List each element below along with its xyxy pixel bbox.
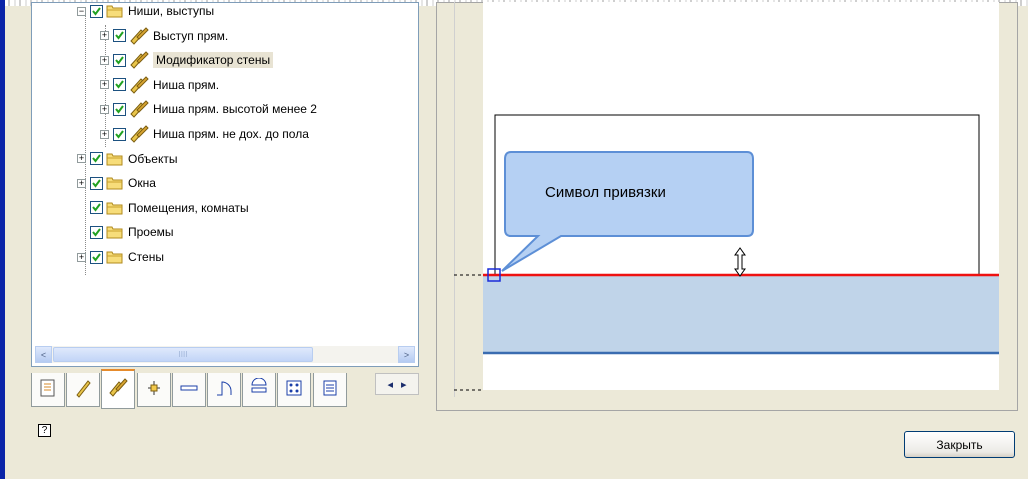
tab-wall-modifier[interactable] [101, 369, 136, 409]
tree-item[interactable]: + Стены [77, 246, 164, 268]
help-icon[interactable]: ? [38, 424, 51, 437]
item-checkbox[interactable] [90, 250, 103, 264]
tree-item-label: Ниша прям. не дох. до пола [153, 127, 309, 141]
tab-column[interactable] [136, 373, 171, 407]
item-checkbox[interactable] [90, 201, 103, 215]
scroll-left-button[interactable]: < [35, 346, 52, 363]
expand-icon[interactable]: + [77, 154, 86, 164]
tab-list[interactable] [312, 373, 347, 407]
item-checkbox[interactable] [90, 4, 103, 18]
document-properties-icon [38, 378, 58, 401]
tab-scroll-buttons[interactable]: ◂ ▸ [375, 373, 419, 395]
item-checkbox[interactable] [113, 78, 126, 92]
list-icon [320, 378, 340, 401]
horizontal-scrollbar[interactable]: < IIII > [35, 346, 415, 363]
tab-wall[interactable] [66, 373, 101, 407]
close-button[interactable]: Закрыть [904, 431, 1015, 458]
tree-item-label: Ниша прям. высотой менее 2 [153, 102, 317, 117]
tree-item[interactable]: + Ниша прям. не дох. до пола [100, 123, 309, 145]
window-left-border [0, 0, 5, 479]
tree-item[interactable]: − Ниши, выступы [77, 3, 215, 22]
tree-connector [77, 228, 86, 237]
wall-modifier-icon [108, 378, 129, 401]
tree-item-label: Выступ прям. [153, 28, 229, 43]
tree-item[interactable]: + Объекты [77, 148, 178, 170]
expand-icon[interactable]: + [100, 80, 109, 90]
item-checkbox[interactable] [90, 176, 103, 190]
collapse-icon[interactable]: − [77, 6, 86, 16]
scroll-track[interactable]: IIII [52, 346, 398, 363]
tree-item-label: Окна [128, 176, 156, 191]
folder-icon [106, 250, 124, 264]
callout-bubble [501, 151, 754, 272]
preview-canvas: Символ привязки [483, 2, 999, 390]
tree-item[interactable]: + Ниша прям. высотой менее 2 [100, 98, 317, 120]
grip-icon: IIII [178, 350, 188, 359]
column-icon [144, 378, 164, 401]
tree-item-label: Проемы [128, 225, 174, 240]
category-tab-strip: ◂ ▸ [31, 369, 421, 411]
tree-item-label: Стены [128, 250, 164, 264]
tab-grid[interactable] [277, 373, 312, 407]
expand-icon[interactable]: + [100, 129, 109, 139]
scroll-thumb[interactable]: IIII [53, 347, 313, 362]
item-checkbox[interactable] [113, 29, 126, 43]
tree-item[interactable]: + Ниша прям. [100, 74, 219, 96]
window-icon [249, 377, 269, 401]
arrow-right-icon: > [403, 349, 410, 360]
item-checkbox[interactable] [113, 53, 126, 67]
tab-door[interactable] [207, 373, 241, 407]
wall-modifier-icon [129, 125, 149, 143]
tree-item-label: Объекты [128, 151, 178, 166]
tree-item-label: Ниши, выступы [128, 4, 215, 18]
expand-icon[interactable]: + [77, 252, 86, 262]
expand-icon[interactable]: + [100, 31, 109, 41]
tree-item-label: Ниша прям. [153, 77, 220, 92]
tree-item[interactable]: Проемы [77, 221, 174, 243]
tree-connector [77, 203, 86, 212]
tree-item[interactable]: Помещения, комнаты [77, 197, 249, 219]
tab-window[interactable] [242, 373, 277, 407]
item-checkbox[interactable] [90, 225, 103, 239]
wall-modifier-icon [129, 26, 149, 45]
style-tree-panel[interactable]: − Ниши, выступы + Выступ прям. + Модификатор … [31, 2, 419, 367]
wall-modifier-icon [129, 51, 149, 69]
folder-icon [106, 4, 124, 18]
door-icon [214, 378, 234, 401]
callout-text: Символ привязки [545, 184, 666, 201]
folder-icon [106, 225, 124, 239]
expand-icon[interactable]: + [100, 104, 109, 114]
item-checkbox[interactable] [113, 127, 126, 141]
item-checkbox[interactable] [90, 152, 103, 166]
tree-item-label: Модификатор стены [153, 52, 274, 69]
tab-scroll-right-icon[interactable]: ▸ [401, 378, 407, 391]
folder-icon [106, 201, 124, 215]
resize-cursor-icon [734, 247, 746, 277]
wall-body [483, 275, 999, 353]
folder-icon [106, 152, 124, 166]
tab-document-properties[interactable] [31, 373, 65, 407]
expand-icon[interactable]: + [100, 55, 109, 65]
expand-icon[interactable]: + [77, 178, 86, 188]
tree-item-label: Помещения, комнаты [128, 200, 249, 215]
arrow-left-icon: < [40, 349, 47, 360]
dimension-dash-lines [454, 274, 483, 391]
tree-item[interactable]: + Окна [77, 172, 156, 194]
grid-icon [284, 378, 304, 401]
beam-icon [179, 378, 199, 401]
wall-modifier-icon [129, 100, 149, 119]
tree-item[interactable]: + Выступ прям. [100, 25, 228, 47]
item-checkbox[interactable] [113, 102, 126, 116]
tab-scroll-left-icon[interactable]: ◂ [387, 378, 393, 391]
tree-item[interactable]: + Модификатор стены [100, 49, 274, 71]
folder-icon [106, 176, 124, 190]
tab-beam[interactable] [171, 373, 206, 407]
scroll-right-button[interactable]: > [398, 346, 415, 363]
wall-modifier-icon [129, 76, 149, 94]
wall-icon [73, 378, 93, 401]
